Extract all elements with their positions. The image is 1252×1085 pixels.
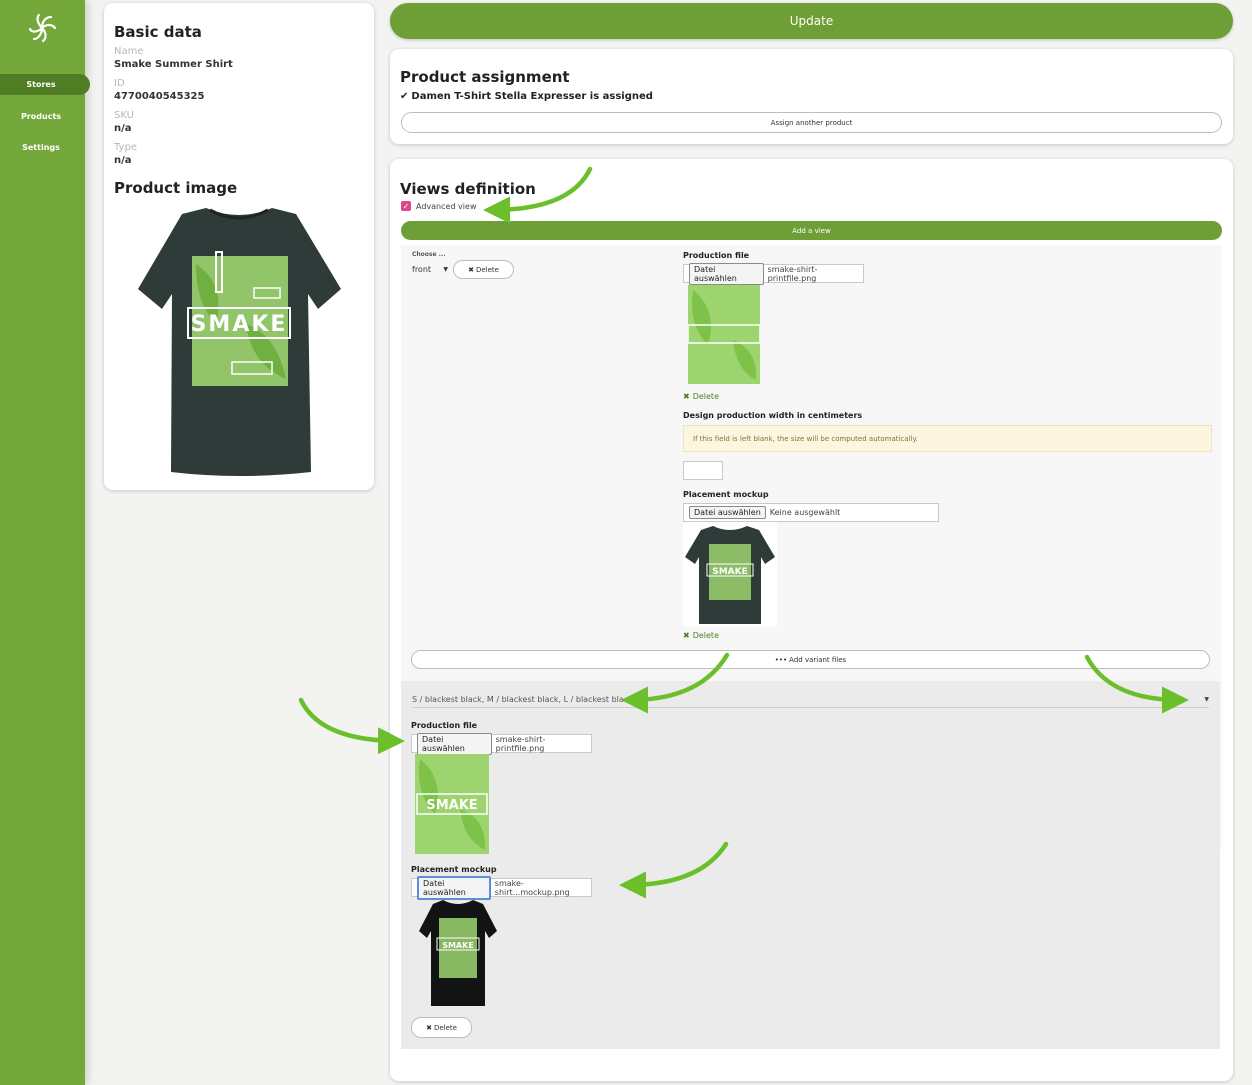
checkmark-icon: ✔	[400, 91, 409, 102]
product-assignment-title: Product assignment	[400, 68, 570, 86]
variant-select[interactable]: S / blackest black, M / blackest black, …	[412, 691, 1209, 708]
delete-view-button[interactable]: ✖ Delete	[453, 260, 514, 279]
product-assignment-card: Product assignment ✔ Damen T-Shirt Stell…	[390, 49, 1233, 144]
production-file-preview	[688, 285, 760, 384]
width-hint: If this field is left blank, the size wi…	[683, 425, 1212, 452]
delete-variant-label: Delete	[433, 1023, 457, 1032]
placement-mockup-label: Placement mockup	[683, 490, 769, 499]
placement-mockup-input[interactable]: Datei auswählen Keine ausgewählt	[683, 503, 939, 522]
delete-production-file-label: Delete	[692, 392, 719, 401]
sidebar-item-settings[interactable]: Settings	[0, 137, 90, 158]
field-label-id: ID	[114, 78, 125, 89]
delete-view-label: Delete	[475, 265, 499, 274]
close-icon: ✖	[426, 1023, 432, 1032]
variant-placement-mockup-input[interactable]: Datei auswählen smake-shirt...mockup.png	[411, 875, 592, 900]
advanced-view-label: Advanced view	[416, 201, 477, 211]
sidebar: Stores Products Settings	[0, 0, 90, 1085]
variant-print-text: SMAKE	[426, 798, 477, 813]
field-value-sku: n/a	[114, 123, 132, 134]
production-file-label: Production file	[683, 251, 750, 260]
field-label-type: Type	[114, 142, 137, 153]
delete-production-file-link[interactable]: ✖ Delete	[683, 392, 719, 401]
variant-production-file-preview: SMAKE	[415, 754, 489, 854]
variant-production-file-label: Production file	[411, 721, 478, 730]
production-file-name: smake-shirt-printfile.png	[767, 264, 818, 283]
arrow-icon	[298, 697, 405, 755]
placement-mockup-preview: SMAKE	[683, 522, 777, 627]
width-input[interactable]	[683, 461, 723, 480]
variant-placement-mockup-file-name: smake-shirt...mockup.png	[494, 878, 570, 897]
swirl-logo-icon[interactable]	[26, 12, 58, 44]
shirt-print-text: SMAKE	[191, 312, 288, 337]
production-file-choose-button[interactable]: Datei auswählen	[689, 262, 764, 285]
variant-placement-mockup-preview: SMAKE	[419, 900, 497, 1006]
views-definition-title: Views definition	[400, 180, 536, 198]
assignment-status: ✔ Damen T-Shirt Stella Expresser is assi…	[400, 91, 653, 102]
field-label-sku: SKU	[114, 110, 134, 121]
close-icon: ✖	[468, 265, 474, 274]
view-select[interactable]: front ▼	[412, 262, 448, 276]
product-image-title: Product image	[114, 179, 238, 197]
field-value-id: 4770040545325	[114, 91, 205, 102]
variant-select-value: S / blackest black, M / blackest black, …	[412, 694, 633, 704]
basic-data-title: Basic data	[114, 23, 202, 41]
views-definition-card: Views definition ✓ Advanced view Add a v…	[390, 159, 1233, 1081]
add-variant-files-button[interactable]: ••• Add variant files	[411, 650, 1210, 669]
variant-production-file-name: smake-shirt-printfile.png	[495, 734, 546, 753]
variant-production-file-input[interactable]: Datei auswählen smake-shirt-printfile.pn…	[411, 732, 592, 755]
placement-mockup-file-name: Keine ausgewählt	[769, 508, 841, 517]
placement-mockup-choose-button[interactable]: Datei auswählen	[689, 506, 766, 519]
basic-data-card: Basic data Name Smake Summer Shirt ID 47…	[104, 3, 374, 490]
field-value-type: n/a	[114, 155, 132, 166]
choose-label: Choose ...	[412, 251, 446, 258]
delete-placement-mockup-label: Delete	[692, 631, 719, 640]
chevron-down-icon: ▼	[443, 265, 448, 273]
ellipsis-icon: •••	[774, 655, 788, 664]
width-label: Design production width in centimeters	[683, 411, 863, 420]
field-value-name: Smake Summer Shirt	[114, 59, 233, 70]
basic-data-fields: Name Smake Summer Shirt ID 4770040545325…	[114, 45, 233, 167]
production-file-input[interactable]: Datei auswählen smake-shirt-printfile.pn…	[683, 262, 864, 285]
field-label-name: Name	[114, 46, 144, 57]
sidebar-item-products[interactable]: Products	[0, 106, 90, 127]
close-icon: ✖	[683, 392, 690, 401]
advanced-view-toggle[interactable]: ✓ Advanced view	[401, 201, 476, 211]
variant-production-file-choose-button[interactable]: Datei auswählen	[417, 732, 492, 755]
variant-panel: S / blackest black, M / blackest black, …	[401, 681, 1220, 1049]
view-select-value: front	[412, 264, 432, 274]
product-image: SMAKE	[138, 208, 341, 476]
sidebar-item-stores[interactable]: Stores	[0, 74, 90, 95]
variant-mockup-print-text: SMAKE	[442, 941, 474, 950]
advanced-view-checkbox[interactable]: ✓	[401, 201, 411, 211]
update-button[interactable]: Update	[390, 3, 1233, 39]
assignment-status-text: Damen T-Shirt Stella Expresser is assign…	[411, 91, 653, 102]
delete-variant-button[interactable]: ✖ Delete	[411, 1017, 472, 1038]
chevron-down-icon: ▼	[1204, 695, 1209, 703]
mockup-print-text: SMAKE	[712, 567, 748, 577]
add-view-button[interactable]: Add a view	[401, 221, 1222, 240]
variant-placement-mockup-label: Placement mockup	[411, 865, 497, 874]
add-variant-files-label: Add variant files	[789, 655, 847, 664]
close-icon: ✖	[683, 631, 690, 640]
assign-another-product-button[interactable]: Assign another product	[401, 112, 1222, 133]
delete-placement-mockup-link[interactable]: ✖ Delete	[683, 631, 719, 640]
